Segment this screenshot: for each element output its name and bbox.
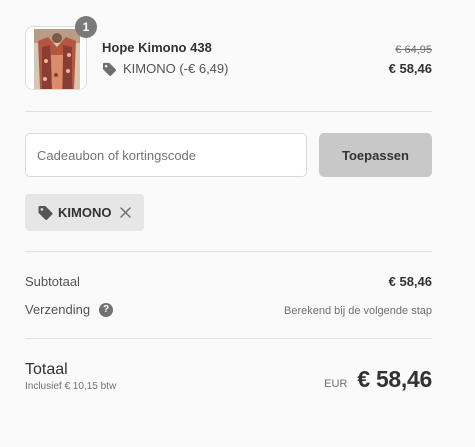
apply-discount-button[interactable]: Toepassen [319,133,432,177]
order-summary-panel: 1 Hope Kimono 438 KIMONO (-€ 6,49) € 64,… [0,0,475,447]
product-discount-text: KIMONO (-€ 6,49) [123,61,229,76]
kimono-product-image [26,27,86,89]
discounted-price: € 58,46 [388,61,432,76]
applied-discount-code: KIMONO [58,205,112,220]
question-circle-icon[interactable]: ? [99,302,114,317]
subtotal-label: Subtotaal [25,274,80,289]
grand-total: € 58,46 [357,366,432,392]
subtotal-value: € 58,46 [388,274,432,289]
shipping-value: Berekend bij de volgende stap [284,305,432,317]
tag-icon [38,206,53,220]
quantity-badge: 1 [75,16,97,38]
tag-icon [102,62,117,76]
divider [25,338,432,339]
divider [25,251,432,252]
close-icon[interactable] [120,207,132,218]
divider [25,111,432,112]
currency-code: EUR [324,378,348,390]
total-label: Totaal [25,361,68,378]
tax-note: Inclusief € 10,15 btw [25,381,117,392]
original-price: € 64,95 [395,44,432,56]
discount-code-input[interactable] [25,133,307,177]
product-thumbnail-wrapper: 1 [25,16,97,90]
shipping-row-label: Verzending ? [25,302,114,317]
applied-discount-chip: KIMONO [25,194,144,231]
total-amount: EUR € 58,46 [324,366,432,393]
shipping-label: Verzending [25,302,91,317]
product-discount: KIMONO (-€ 6,49) [102,61,228,76]
product-thumbnail [25,26,87,90]
product-name: Hope Kimono 438 [102,40,212,55]
